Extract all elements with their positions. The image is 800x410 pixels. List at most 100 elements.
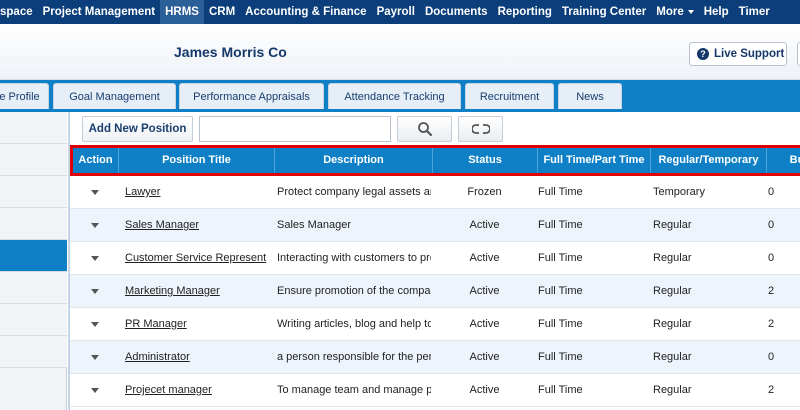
sidebar-item[interactable] [0, 112, 67, 144]
row-action-caret-icon[interactable] [91, 289, 99, 294]
reset-link-icon [471, 124, 490, 134]
live-support-label: Live Support [714, 48, 785, 60]
table-header: Action Position Title Description Status… [70, 145, 800, 176]
full-part-time-cell: Full Time [538, 384, 583, 396]
search-icon [417, 122, 432, 137]
tab-performance-appraisals[interactable]: Performance Appraisals [179, 83, 324, 109]
regular-temporary-cell: Regular [653, 318, 692, 330]
full-part-time-cell: Full Time [538, 318, 583, 330]
live-support-button[interactable]: ? Live Support [689, 42, 787, 66]
table-row: Projecet manager To manage team and mana… [70, 374, 800, 407]
column-header-full-part-time[interactable]: Full Time/Part Time [538, 148, 651, 173]
position-title-link[interactable]: Customer Service Represent [125, 252, 266, 264]
description-cell: a person responsible for the perfo [277, 351, 431, 363]
column-header-regular-temporary[interactable]: Regular/Temporary [651, 148, 767, 173]
nav-item-project-management[interactable]: Project Management [38, 0, 160, 24]
sidebar-item[interactable] [0, 176, 67, 208]
search-button[interactable] [397, 116, 452, 142]
table-row: Sales Manager Sales Manager Active Full … [70, 209, 800, 242]
nav-item-timer[interactable]: Timer [734, 0, 775, 24]
tab-attendance-tracking[interactable]: Attendance Tracking [328, 83, 461, 109]
status-cell: Active [469, 351, 500, 363]
column-header-position-title[interactable]: Position Title [119, 148, 275, 173]
add-new-position-button[interactable]: Add New Position [82, 116, 193, 142]
reset-button[interactable] [458, 116, 503, 142]
row-action-caret-icon[interactable] [91, 190, 99, 195]
help-circle-icon: ? [697, 48, 709, 60]
nav-item-help[interactable]: Help [699, 0, 734, 24]
position-title-link[interactable]: PR Manager [125, 318, 187, 330]
row-action-caret-icon[interactable] [91, 355, 99, 360]
status-cell: Active [469, 252, 500, 264]
position-title-link[interactable]: Sales Manager [125, 219, 199, 231]
tab-recruitment[interactable]: Recruitment [465, 83, 554, 109]
budget-cell: 2 [768, 318, 775, 330]
sidebar-item[interactable] [0, 208, 67, 240]
top-nav-bar: space Project Management HRMS CRM Accoun… [0, 0, 800, 24]
position-title-link[interactable]: Marketing Manager [125, 285, 220, 297]
full-part-time-cell: Full Time [538, 252, 583, 264]
regular-temporary-cell: Regular [653, 285, 692, 297]
company-name: James Morris Co [174, 44, 287, 60]
company-header: James Morris Co ? Live Support [0, 24, 800, 80]
column-header-description[interactable]: Description [275, 148, 433, 173]
row-action-caret-icon[interactable] [91, 223, 99, 228]
budget-cell: 0 [768, 351, 775, 363]
budget-cell: 0 [768, 219, 775, 231]
nav-item-documents[interactable]: Documents [420, 0, 493, 24]
full-part-time-cell: Full Time [538, 219, 583, 231]
tab-employee-profile[interactable]: e Profile [0, 83, 49, 109]
tab-news[interactable]: News [558, 83, 622, 109]
position-title-link[interactable]: Lawyer [125, 186, 160, 198]
regular-temporary-cell: Regular [653, 384, 692, 396]
table-row: Marketing Manager Ensure promotion of th… [70, 275, 800, 308]
row-action-caret-icon[interactable] [91, 256, 99, 261]
module-tab-strip: e Profile Goal Management Performance Ap… [0, 80, 800, 112]
left-sidebar [0, 112, 67, 410]
position-title-link[interactable]: Projecet manager [125, 384, 212, 396]
description-cell: Ensure promotion of the compan [277, 285, 431, 297]
regular-temporary-cell: Regular [653, 219, 692, 231]
description-cell: Writing articles, blog and help to r [277, 318, 431, 330]
nav-item-hrms[interactable]: HRMS [160, 0, 204, 24]
status-cell: Active [469, 318, 500, 330]
description-cell: Sales Manager [277, 219, 351, 231]
status-cell: Active [469, 384, 500, 396]
full-part-time-cell: Full Time [538, 351, 583, 363]
sidebar-item[interactable] [0, 304, 67, 336]
status-cell: Active [469, 285, 500, 297]
nav-item-payroll[interactable]: Payroll [372, 0, 420, 24]
position-title-link[interactable]: Administrator [125, 351, 190, 363]
tab-goal-management[interactable]: Goal Management [53, 83, 176, 109]
sidebar-item-active[interactable] [0, 240, 67, 272]
nav-item-workspace[interactable]: space [0, 0, 38, 24]
full-part-time-cell: Full Time [538, 285, 583, 297]
budget-cell: 0 [768, 186, 775, 198]
row-action-caret-icon[interactable] [91, 322, 99, 327]
column-header-budget[interactable]: Bu [767, 148, 800, 173]
table-row: Lawyer Protect company legal assets an F… [70, 176, 800, 209]
budget-cell: 2 [768, 285, 775, 297]
description-cell: Protect company legal assets an [277, 186, 431, 198]
column-header-status[interactable]: Status [433, 148, 538, 173]
nav-item-more-label: More [656, 6, 684, 18]
nav-item-reporting[interactable]: Reporting [493, 0, 557, 24]
search-input[interactable] [199, 116, 391, 142]
nav-item-accounting-finance[interactable]: Accounting & Finance [240, 0, 371, 24]
description-cell: To manage team and manage pro [277, 384, 431, 396]
nav-item-more[interactable]: More [651, 0, 698, 24]
nav-item-crm[interactable]: CRM [204, 0, 240, 24]
nav-item-training-center[interactable]: Training Center [557, 0, 651, 24]
sidebar-item[interactable] [0, 144, 67, 176]
budget-cell: 2 [768, 384, 775, 396]
regular-temporary-cell: Regular [653, 351, 692, 363]
regular-temporary-cell: Regular [653, 252, 692, 264]
sidebar-item[interactable] [0, 336, 67, 368]
row-action-caret-icon[interactable] [91, 388, 99, 393]
status-cell: Frozen [467, 186, 502, 198]
table-row: PR Manager Writing articles, blog and he… [70, 308, 800, 341]
chevron-down-icon [687, 9, 694, 14]
column-header-action[interactable]: Action [73, 148, 119, 173]
sidebar-item[interactable] [0, 272, 67, 304]
regular-temporary-cell: Temporary [653, 186, 705, 198]
